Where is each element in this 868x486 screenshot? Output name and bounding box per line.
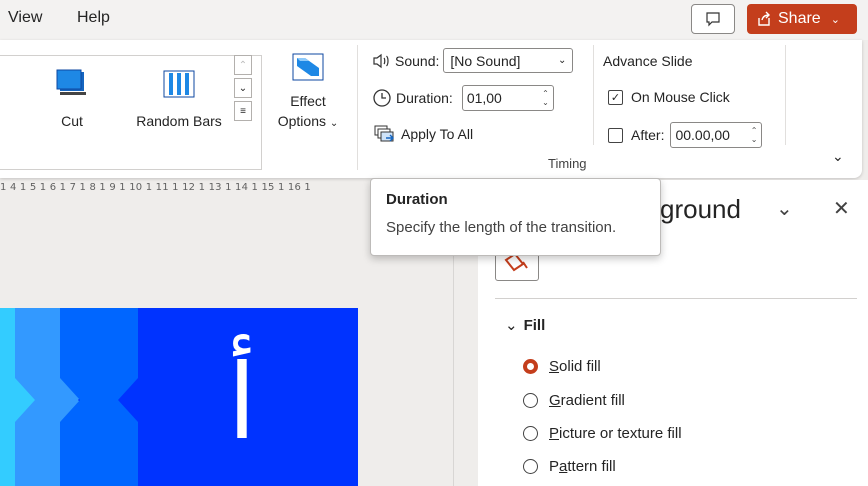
transition-random-bars-label: Random Bars bbox=[136, 113, 222, 129]
close-icon[interactable]: ✕ bbox=[833, 196, 850, 221]
apply-to-all-button[interactable]: Apply To All bbox=[374, 124, 473, 144]
spinner-arrows-icon[interactable]: ⌃ ⌄ bbox=[542, 89, 549, 107]
gallery-down-button[interactable]: ⌄ bbox=[234, 78, 252, 98]
apply-to-all-label: Apply To All bbox=[401, 126, 474, 142]
clock-icon bbox=[373, 89, 391, 107]
share-label: Share bbox=[778, 10, 821, 27]
on-mouse-click-checkbox[interactable]: ✓ On Mouse Click bbox=[608, 89, 730, 105]
radio-icon[interactable] bbox=[523, 393, 538, 408]
radio-icon[interactable] bbox=[523, 459, 538, 474]
tooltip-body: Specify the length of the transition. bbox=[386, 219, 617, 236]
share-button[interactable]: Share ⌄ bbox=[747, 4, 857, 34]
transition-random-bars[interactable]: Random Bars bbox=[128, 56, 230, 129]
share-icon bbox=[758, 11, 770, 26]
menu-bar: View Help Share ⌄ bbox=[0, 0, 868, 40]
effect-options-line2: Options bbox=[277, 113, 326, 129]
effect-options-line1: Effect bbox=[290, 93, 326, 109]
advance-slide-title: Advance Slide bbox=[603, 53, 693, 69]
slide-arabic-letter: أ bbox=[228, 334, 257, 463]
slide-canvas[interactable]: أ bbox=[0, 308, 358, 486]
spinner-arrows-icon[interactable]: ⌃ ⌄ bbox=[751, 126, 758, 144]
after-row: After: 00.00,00 ⌃ ⌄ bbox=[608, 122, 763, 148]
menu-help[interactable]: Help bbox=[77, 9, 110, 27]
on-mouse-click-label: On Mouse Click bbox=[631, 89, 730, 105]
divider bbox=[785, 45, 786, 145]
timing-group-label: Timing bbox=[548, 156, 587, 171]
transition-gallery: Cut Random Bars bbox=[0, 55, 262, 170]
collapse-ribbon-chevron-icon[interactable]: ⌄ bbox=[832, 148, 844, 165]
after-spinner[interactable]: 00.00,00 ⌃ ⌄ bbox=[670, 122, 763, 148]
radio-icon[interactable] bbox=[523, 426, 538, 441]
fill-section-label: Fill bbox=[523, 317, 546, 334]
comment-icon bbox=[706, 12, 720, 27]
effect-options-button[interactable]: Effect Options ⌄ bbox=[268, 52, 348, 134]
ribbon: Cut Random Bars ⌃ ⌄ ≡ Effect Options ⌄ S… bbox=[0, 40, 862, 178]
solid-fill-radio[interactable]: Solid fill bbox=[523, 358, 601, 375]
sound-row: Sound: [No Sound] ⌄ bbox=[372, 48, 574, 73]
radio-selected-icon[interactable] bbox=[523, 359, 538, 374]
transition-cut[interactable]: Cut bbox=[42, 56, 102, 129]
chevron-down-icon: ⌄ bbox=[329, 118, 339, 129]
menu-view[interactable]: View bbox=[8, 9, 42, 27]
gallery-more-button[interactable]: ≡ bbox=[234, 101, 252, 121]
divider bbox=[593, 45, 594, 145]
random-bars-icon bbox=[163, 70, 195, 98]
cut-transition-icon bbox=[56, 69, 86, 95]
sound-label: Sound: bbox=[395, 52, 440, 69]
pane-separator bbox=[495, 298, 857, 299]
apply-all-icon bbox=[374, 125, 394, 142]
picture-texture-fill-radio[interactable]: Picture or texture fill bbox=[523, 425, 682, 442]
pane-options-chevron-icon[interactable]: ⌄ bbox=[776, 196, 793, 221]
after-label: After: bbox=[631, 127, 665, 143]
sound-icon bbox=[373, 53, 389, 68]
duration-row: Duration: 01,00 ⌃ ⌄ bbox=[372, 85, 554, 111]
transition-cut-label: Cut bbox=[61, 113, 83, 129]
divider bbox=[357, 45, 358, 170]
duration-tooltip: Duration Specify the length of the trans… bbox=[370, 178, 661, 256]
effect-options-icon bbox=[292, 53, 324, 81]
chevron-down-icon[interactable]: ⌄ bbox=[831, 13, 840, 26]
comments-button[interactable] bbox=[691, 4, 735, 34]
chevron-down-icon: ⌄ bbox=[505, 317, 518, 334]
pattern-fill-radio[interactable]: Pa ttern fill bbox=[523, 458, 616, 475]
fill-section-header[interactable]: ⌄ Fill bbox=[505, 316, 545, 334]
duration-label: Duration: bbox=[396, 90, 453, 106]
sound-value: [No Sound] bbox=[450, 52, 521, 69]
duration-spinner[interactable]: 01,00 ⌃ ⌄ bbox=[461, 85, 554, 111]
gallery-up-button[interactable]: ⌃ bbox=[234, 55, 252, 75]
duration-value: 01,00 bbox=[466, 90, 502, 106]
after-value: 00.00,00 bbox=[675, 127, 730, 143]
chevron-down-icon: ⌄ bbox=[557, 55, 567, 66]
gallery-scroll: ⌃ ⌄ ≡ bbox=[234, 55, 256, 124]
after-checkbox[interactable] bbox=[608, 127, 623, 143]
horizontal-ruler: 1 4 1 5 1 6 1 7 1 8 1 9 1 10 1 11 1 12 1… bbox=[0, 182, 311, 193]
checkbox-checked-icon[interactable]: ✓ bbox=[608, 89, 623, 105]
sound-dropdown[interactable]: [No Sound] ⌄ bbox=[443, 48, 574, 73]
slide-graphic: أ bbox=[0, 308, 358, 486]
tooltip-title: Duration bbox=[386, 191, 448, 208]
gradient-fill-radio[interactable]: Gradient fill bbox=[523, 392, 625, 409]
pane-title: ground bbox=[660, 194, 741, 224]
